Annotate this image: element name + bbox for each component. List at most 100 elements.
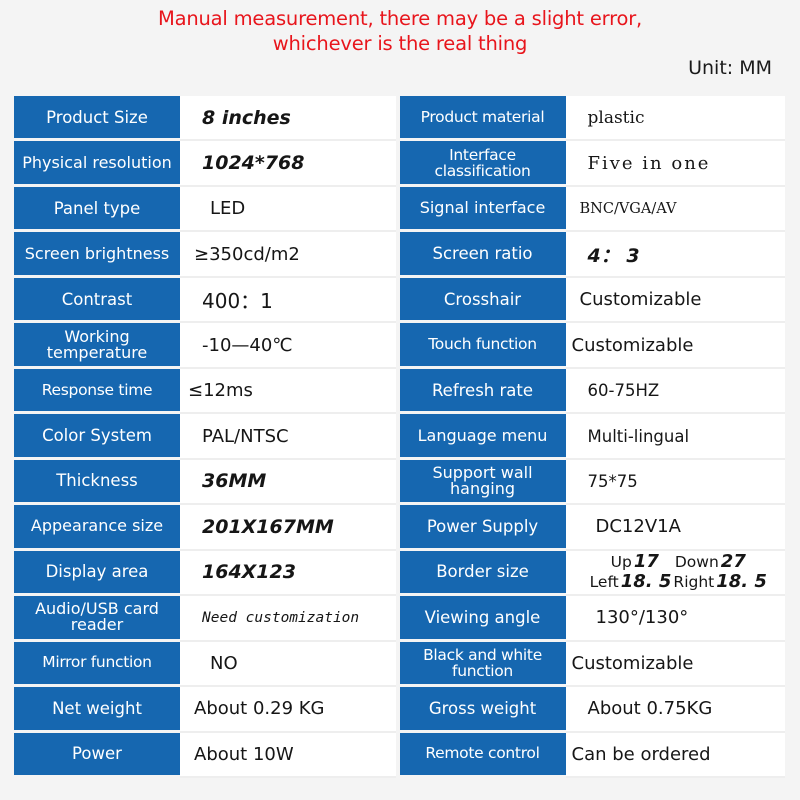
spec-label-appearance-size: Appearance size xyxy=(14,505,180,548)
border-down-value: 27 xyxy=(720,551,746,573)
spec-value-touch-function: Customizable xyxy=(565,323,785,369)
border-size-line-bottom: Left 18. 5 Right 18. 5 xyxy=(590,572,769,592)
spec-pair-contrast: Contrast 400：1 xyxy=(14,277,400,324)
border-right-label: Right xyxy=(673,573,715,592)
spec-label-support-wall-hanging: Support wall hanging xyxy=(399,459,566,503)
spec-label-power: Power xyxy=(14,732,180,776)
spec-value-viewing-angle: 130°/130° xyxy=(565,596,785,642)
spec-pair-language-menu: Language menu Multi-lingual xyxy=(399,414,785,460)
spec-pair-panel-type: Panel type LED xyxy=(14,186,400,233)
spec-value-mirror-function: NO xyxy=(180,641,396,688)
spec-label-panel-type: Panel type xyxy=(14,186,180,230)
table-row: Thickness 36MM Support wall hanging 75*7… xyxy=(14,459,785,506)
spec-pair-interface-classification: Interface classification Five in one xyxy=(399,141,785,187)
spec-value-crosshair: Customizable xyxy=(565,277,785,324)
spec-pair-refresh-rate: Refresh rate 60-75HZ xyxy=(399,368,785,415)
border-left-value: 18. 5 xyxy=(620,571,672,593)
spec-value-interface-classification: Five in one xyxy=(565,141,785,187)
spec-value-language-menu: Multi-lingual xyxy=(565,414,785,460)
spec-pair-power-supply: Power Supply DC12V1A xyxy=(399,505,785,551)
spec-label-working-temperature: Working temperature xyxy=(14,323,180,366)
spec-value-net-weight: About 0.29 KG xyxy=(180,687,396,733)
table-row: Screen brightness ≥350cd/m2 Screen ratio… xyxy=(14,232,785,278)
spec-pair-product-material: Product material plastic xyxy=(399,96,785,142)
spec-value-power: About 10W xyxy=(180,732,396,779)
spec-value-product-size: 8 inches xyxy=(180,96,396,142)
spec-value-working-temperature: -10—40℃ xyxy=(180,323,396,369)
spec-label-touch-function: Touch function xyxy=(399,323,566,366)
spec-value-black-white-function: Customizable xyxy=(565,641,785,688)
spec-pair-crosshair: Crosshair Customizable xyxy=(399,277,785,324)
spec-label-response-time: Response time xyxy=(14,368,180,412)
table-row: Color System PAL/NTSC Language menu Mult… xyxy=(14,414,785,460)
border-up-label: Up xyxy=(610,553,632,572)
spec-label-mirror-function: Mirror function xyxy=(14,641,180,685)
spec-pair-border-size: Border size Up 17 Down 27 Left 18. 5 Right 18.… xyxy=(399,550,785,597)
table-row: Physical resolution 1024*768 Interface c… xyxy=(14,141,785,187)
spec-label-remote-control: Remote control xyxy=(399,732,566,776)
spec-value-thickness: 36MM xyxy=(180,459,396,506)
spec-pair-net-weight: Net weight About 0.29 KG xyxy=(14,687,400,733)
spec-label-thickness: Thickness xyxy=(14,459,180,503)
spec-label-color-system: Color System xyxy=(14,414,180,457)
spec-pair-thickness: Thickness 36MM xyxy=(14,459,400,506)
spec-pair-display-area: Display area 164X123 xyxy=(14,550,400,597)
table-row: Response time ≤12ms Refresh rate 60-75HZ xyxy=(14,368,785,415)
spec-label-display-area: Display area xyxy=(14,550,180,594)
spec-value-physical-resolution: 1024*768 xyxy=(180,141,396,187)
spec-pair-remote-control: Remote control Can be ordered xyxy=(399,732,785,779)
border-left-label: Left xyxy=(589,573,619,592)
spec-label-physical-resolution: Physical resolution xyxy=(14,141,180,184)
specifications-table: Product Size 8 inches Product material p… xyxy=(14,96,785,779)
spec-pair-support-wall-hanging: Support wall hanging 75*75 xyxy=(399,459,785,506)
table-row: Working temperature -10—40℃ Touch functi… xyxy=(14,323,785,369)
spec-label-interface-classification: Interface classification xyxy=(399,141,566,184)
border-right-value: 18. 5 xyxy=(716,571,767,593)
spec-label-product-material: Product material xyxy=(399,96,566,139)
spec-value-display-area: 164X123 xyxy=(180,550,396,597)
table-row: Product Size 8 inches Product material p… xyxy=(14,96,785,142)
spec-sheet-page: Manual measurement, there may be a sligh… xyxy=(0,0,800,800)
spec-value-panel-type: LED xyxy=(180,186,396,233)
spec-pair-touch-function: Touch function Customizable xyxy=(399,323,785,369)
spec-label-refresh-rate: Refresh rate xyxy=(399,368,566,412)
spec-value-border-size: Up 17 Down 27 Left 18. 5 Right 18. 5 xyxy=(565,550,785,597)
spec-label-language-menu: Language menu xyxy=(399,414,566,457)
spec-label-crosshair: Crosshair xyxy=(399,277,566,321)
spec-value-audio-usb-card-reader: Need customization xyxy=(180,596,396,642)
spec-label-audio-usb-card-reader: Audio/USB card reader xyxy=(14,596,180,639)
spec-pair-screen-ratio: Screen ratio 4： 3 xyxy=(399,232,785,278)
table-row: Audio/USB card reader Need customization… xyxy=(14,596,785,642)
spec-pair-screen-brightness: Screen brightness ≥350cd/m2 xyxy=(14,232,400,278)
spec-pair-gross-weight: Gross weight About 0.75KG xyxy=(399,687,785,733)
border-down-label: Down xyxy=(674,553,719,572)
spec-pair-viewing-angle: Viewing angle 130°/130° xyxy=(399,596,785,642)
spec-value-signal-interface: BNC/VGA/AV xyxy=(565,186,785,233)
spec-value-appearance-size: 201X167MM xyxy=(180,505,396,551)
table-row: Panel type LED Signal interface BNC/VGA/… xyxy=(14,186,785,233)
spec-label-gross-weight: Gross weight xyxy=(399,687,566,730)
table-row: Appearance size 201X167MM Power Supply D… xyxy=(14,505,785,551)
notice-line-2: whichever is the real thing xyxy=(272,32,528,55)
spec-value-response-time: ≤12ms xyxy=(180,368,396,415)
spec-value-refresh-rate: 60-75HZ xyxy=(565,368,785,415)
spec-pair-black-white-function: Black and white function Customizable xyxy=(399,641,785,688)
spec-value-gross-weight: About 0.75KG xyxy=(565,687,785,733)
spec-pair-appearance-size: Appearance size 201X167MM xyxy=(14,505,400,551)
spec-pair-mirror-function: Mirror function NO xyxy=(14,641,400,688)
spec-label-viewing-angle: Viewing angle xyxy=(399,596,566,639)
spec-pair-power: Power About 10W xyxy=(14,732,400,779)
spec-pair-response-time: Response time ≤12ms xyxy=(14,368,400,415)
spec-pair-audio-usb-card-reader: Audio/USB card reader Need customization xyxy=(14,596,400,642)
spec-value-remote-control: Can be ordered xyxy=(565,732,785,779)
spec-label-net-weight: Net weight xyxy=(14,687,180,730)
measurement-notice: Manual measurement, there may be a sligh… xyxy=(0,6,800,56)
spec-pair-color-system: Color System PAL/NTSC xyxy=(14,414,400,460)
spec-label-product-size: Product Size xyxy=(14,96,180,139)
spec-label-screen-brightness: Screen brightness xyxy=(14,232,180,275)
spec-value-power-supply: DC12V1A xyxy=(565,505,785,551)
table-row: Net weight About 0.29 KG Gross weight Ab… xyxy=(14,687,785,733)
table-row: Power About 10W Remote control Can be or… xyxy=(14,732,785,779)
unit-label: Unit: MM xyxy=(688,57,772,79)
spec-label-screen-ratio: Screen ratio xyxy=(399,232,566,275)
